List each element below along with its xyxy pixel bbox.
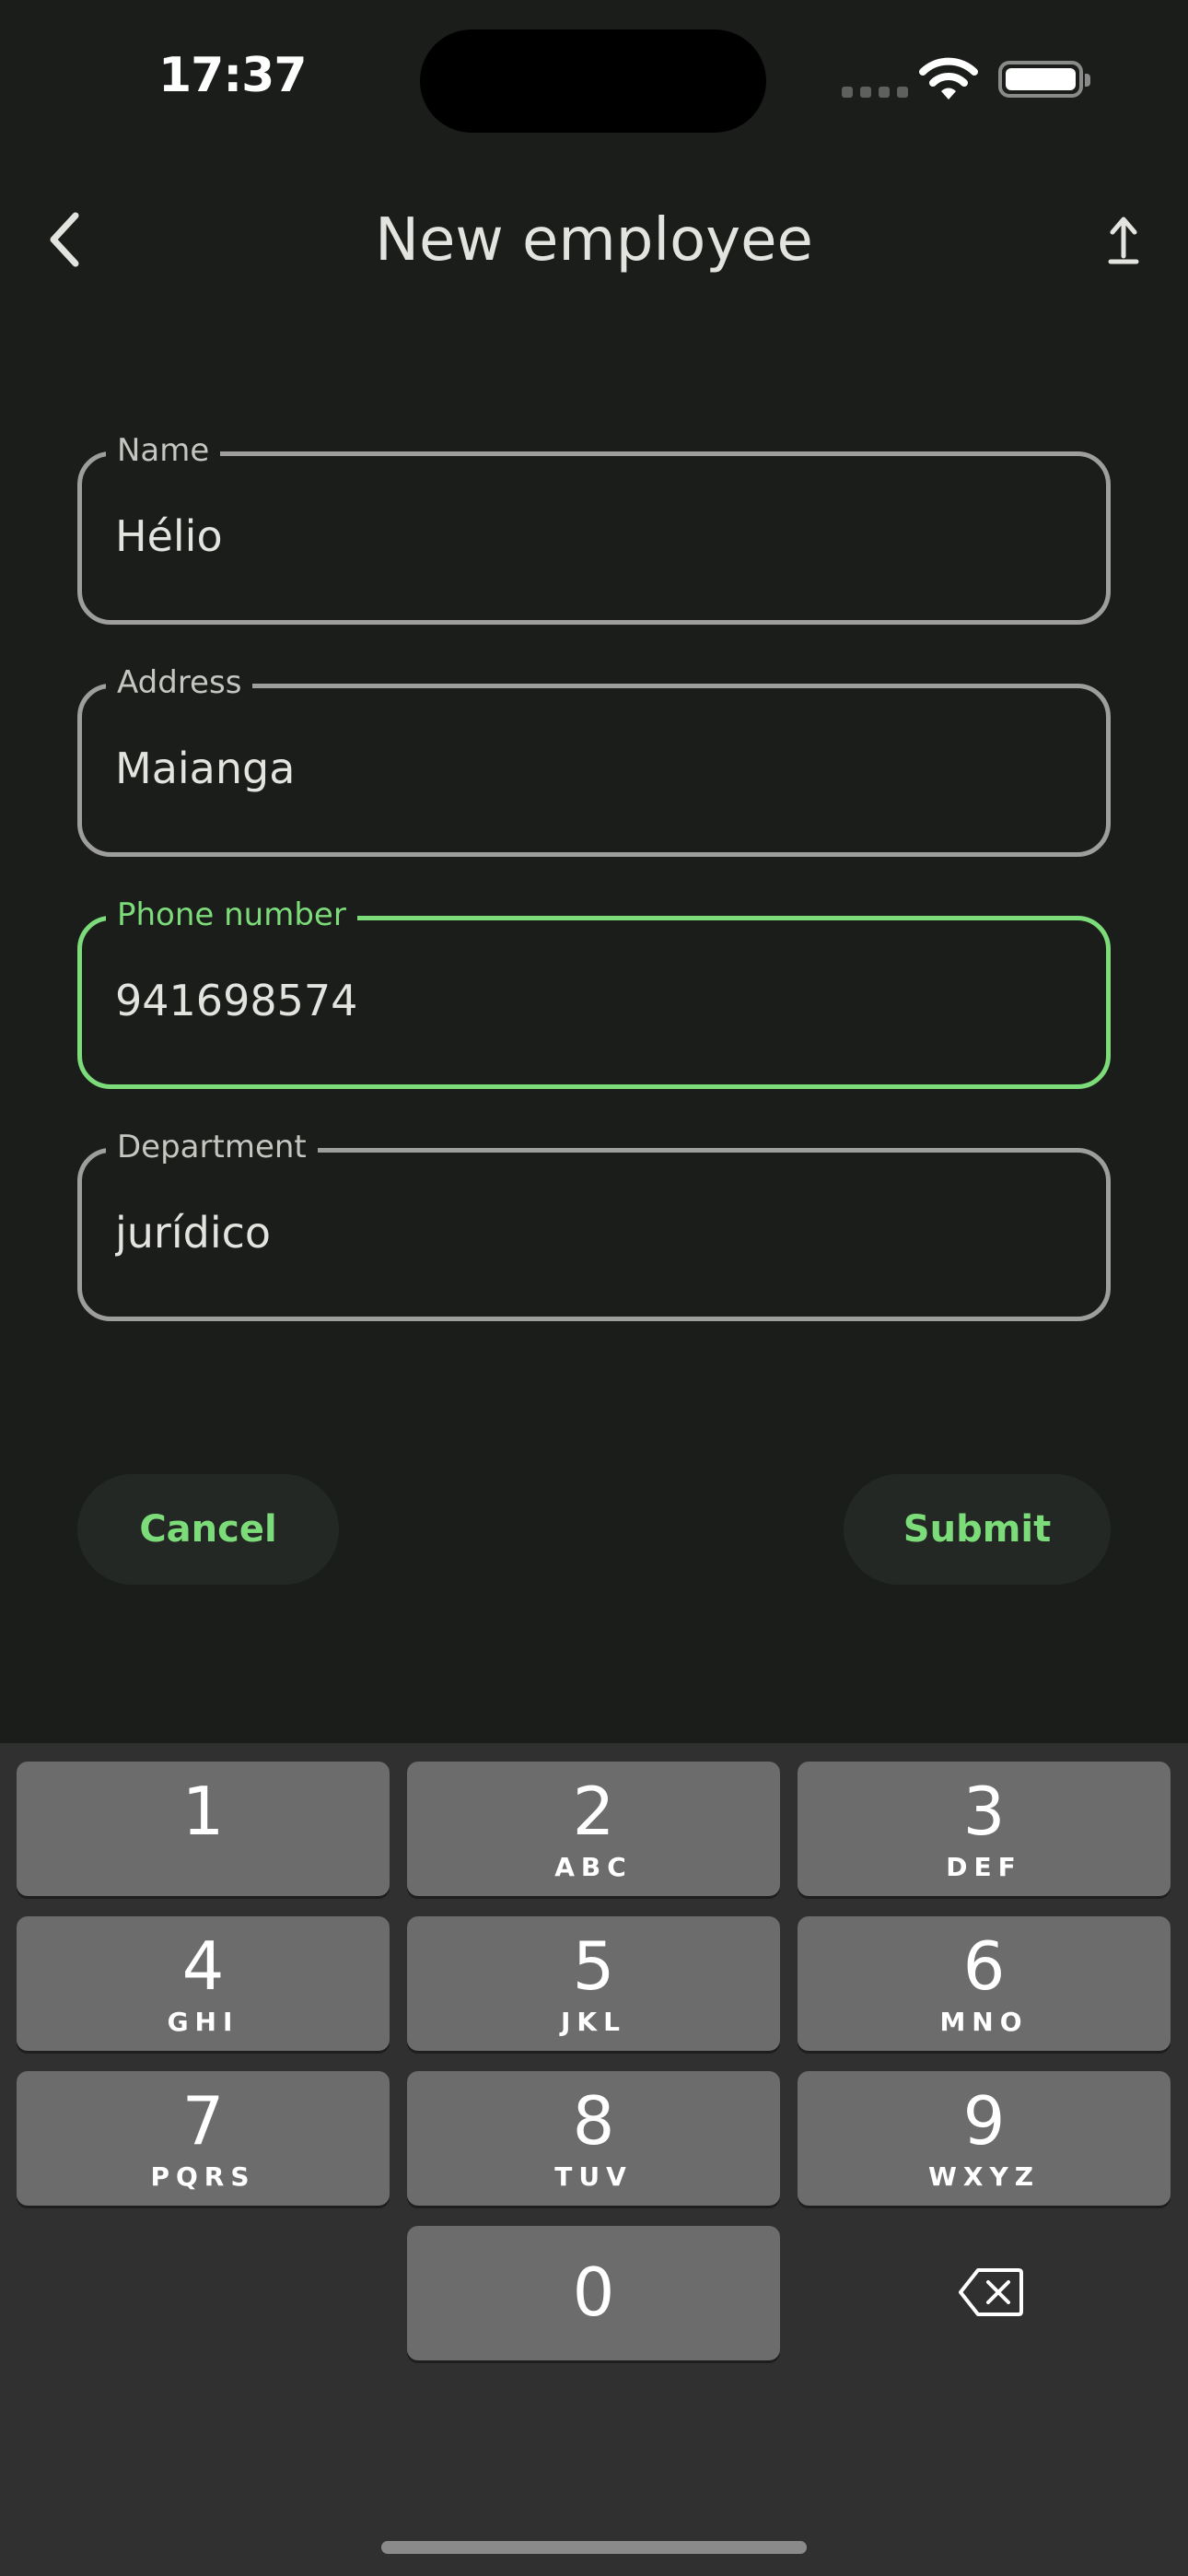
upload-icon (1108, 217, 1139, 264)
key-letters: JKL (561, 2007, 626, 2037)
address-field[interactable]: Address (77, 664, 1111, 857)
key-digit: 1 (181, 1773, 225, 1850)
department-field[interactable]: Department (77, 1129, 1111, 1321)
battery-icon (998, 61, 1090, 98)
status-bar: 17:37 (0, 0, 1188, 157)
key-6[interactable]: 6 MNO (798, 1916, 1171, 2051)
key-digit: 8 (572, 2082, 615, 2160)
cancel-button[interactable]: Cancel (77, 1474, 339, 1585)
key-4[interactable]: 4 GHI (17, 1916, 390, 2051)
key-letters: TUV (554, 2161, 633, 2192)
key-digit: 3 (962, 1773, 1006, 1850)
home-indicator[interactable] (381, 2541, 807, 2554)
key-digit: 7 (181, 2082, 225, 2160)
key-0[interactable]: 0 (407, 2226, 780, 2360)
key-letters: DEF (946, 1852, 1022, 1882)
submit-button[interactable]: Submit (844, 1474, 1111, 1585)
key-digit: 4 (181, 1927, 225, 2005)
key-digit: 5 (572, 1927, 615, 2005)
upload-button[interactable] (1087, 203, 1160, 276)
phone-number-field[interactable]: Phone number (77, 896, 1111, 1089)
name-input[interactable] (115, 511, 1073, 561)
wifi-icon (919, 57, 978, 100)
phone-number-input[interactable] (115, 976, 1073, 1025)
key-digit: 6 (962, 1927, 1006, 2005)
name-field[interactable]: Name (77, 432, 1111, 625)
key-letters: WXYZ (927, 2161, 1041, 2192)
key-9[interactable]: 9 WXYZ (798, 2071, 1171, 2206)
cellular-signal-icon (842, 87, 908, 98)
phone-number-field-label: Phone number (106, 896, 357, 933)
delete-key[interactable] (954, 2255, 1028, 2329)
status-time: 17:37 (158, 48, 308, 103)
key-digit: 2 (572, 1773, 615, 1850)
key-1[interactable]: 1 (17, 1762, 390, 1896)
department-field-label: Department (106, 1129, 318, 1165)
key-8[interactable]: 8 TUV (407, 2071, 780, 2206)
key-3[interactable]: 3 DEF (798, 1762, 1171, 1896)
department-input[interactable] (115, 1208, 1073, 1258)
app-bar: New employee (0, 175, 1188, 304)
key-digit: 0 (572, 2254, 615, 2331)
key-5[interactable]: 5 JKL (407, 1916, 780, 2051)
key-digit: 9 (962, 2082, 1006, 2160)
key-2[interactable]: 2 ABC (407, 1762, 780, 1896)
key-letters: MNO (939, 2007, 1029, 2037)
key-7[interactable]: 7 PQRS (17, 2071, 390, 2206)
name-field-label: Name (106, 432, 221, 469)
dynamic-island (420, 29, 766, 133)
key-letters: PQRS (150, 2161, 256, 2192)
key-letters: GHI (167, 2007, 239, 2037)
key-letters: ABC (554, 1852, 633, 1882)
address-field-label: Address (106, 664, 253, 701)
address-input[interactable] (115, 744, 1073, 793)
backspace-icon (959, 2268, 1023, 2316)
page-title: New employee (375, 206, 813, 275)
